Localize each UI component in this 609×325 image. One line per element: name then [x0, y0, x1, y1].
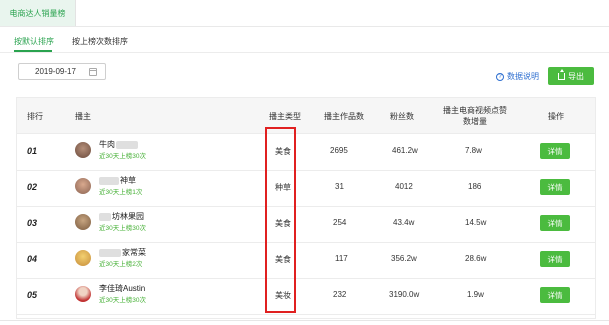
table-row: 01 牛肉 近30天上榜30次 美食 2695 461.2w 7.8w 详情 — [17, 135, 595, 171]
fans-count: 461.2w — [392, 146, 418, 155]
export-label: 导出 — [568, 71, 584, 81]
ranking-count: 近30天上榜1次 — [99, 189, 143, 196]
avatar — [75, 142, 91, 158]
table-row: 05 李佳琦Austin 近30天上榜30次 美妆 232 3190.0w 1.… — [17, 279, 595, 315]
fans-count: 43.4w — [393, 218, 415, 227]
col-fans: 粉丝数 — [390, 111, 414, 121]
date-value: 2019-09-17 — [35, 67, 76, 76]
likes-increase: 1.9w — [467, 290, 484, 299]
likes-increase: 186 — [468, 182, 482, 191]
subtab-divider — [0, 52, 609, 53]
works-count: 31 — [335, 182, 344, 191]
anchor-name[interactable]: 神草 — [99, 175, 136, 186]
data-help-label: 数据说明 — [507, 72, 539, 81]
detail-button[interactable]: 详情 — [540, 287, 570, 303]
ranking-table: 排行 播主 播主类型 播主作品数 粉丝数 播主电商视频点赞数增量 操作 01 牛… — [16, 97, 596, 319]
works-count: 2695 — [330, 146, 348, 155]
bottom-divider — [0, 320, 609, 321]
anchor-name[interactable]: 坊林果园 — [99, 211, 144, 222]
table-header: 排行 播主 播主类型 播主作品数 粉丝数 播主电商视频点赞数增量 操作 — [17, 98, 595, 134]
avatar — [75, 178, 91, 194]
ranking-count: 近30天上榜30次 — [99, 153, 146, 160]
likes-increase: 28.6w — [465, 254, 487, 263]
anchor-name[interactable]: 家常菜 — [99, 247, 146, 258]
tab-ecommerce-ranking[interactable]: 电商达人销量榜 — [0, 0, 76, 26]
fans-count: 4012 — [395, 182, 413, 191]
rank: 03 — [27, 218, 38, 228]
export-button[interactable]: 导出 — [548, 67, 594, 85]
rank: 02 — [27, 182, 38, 192]
avatar — [75, 214, 91, 230]
table-row: 02 神草 近30天上榜1次 种草 31 4012 186 详情 — [17, 171, 595, 207]
anchor-name[interactable]: 牛肉 — [99, 139, 138, 150]
calendar-icon — [89, 68, 97, 76]
ranking-count: 近30天上榜30次 — [99, 297, 146, 304]
question-icon: ? — [496, 72, 504, 81]
col-rank: 排行 — [27, 111, 43, 121]
avatar — [75, 250, 91, 266]
fans-count: 356.2w — [391, 254, 417, 263]
col-anchor: 播主 — [75, 111, 91, 121]
rank: 05 — [27, 290, 38, 300]
works-count: 254 — [333, 218, 347, 227]
detail-button[interactable]: 详情 — [540, 143, 570, 159]
table-row: 03 坊林果园 近30天上榜30次 美食 254 43.4w 14.5w 详情 — [17, 207, 595, 243]
works-count: 117 — [335, 254, 348, 263]
date-picker[interactable]: 2019-09-17 — [18, 63, 106, 80]
tab-ecommerce-ranking-label: 电商达人销量榜 — [9, 8, 66, 18]
works-count: 232 — [333, 290, 347, 299]
detail-button[interactable]: 详情 — [540, 251, 570, 267]
type-column-highlight — [265, 127, 296, 313]
rank: 04 — [27, 254, 38, 264]
fans-count: 3190.0w — [389, 290, 420, 299]
upload-icon — [558, 68, 565, 80]
tab-sort-by-count[interactable]: 按上榜次数排序 — [72, 36, 128, 47]
detail-button[interactable]: 详情 — [540, 215, 570, 231]
avatar — [75, 286, 91, 302]
tab-default-sort[interactable]: 按默认排序 — [14, 36, 54, 47]
col-action: 操作 — [548, 111, 564, 121]
col-likes-increase: 播主电商视频点赞数增量 — [443, 106, 507, 126]
ranking-count: 近30天上榜2次 — [99, 261, 143, 268]
likes-increase: 7.8w — [465, 146, 482, 155]
data-help-link[interactable]: ? 数据说明 — [496, 71, 539, 82]
likes-increase: 14.5w — [465, 218, 487, 227]
detail-button[interactable]: 详情 — [540, 179, 570, 195]
ranking-count: 近30天上榜30次 — [99, 225, 146, 232]
header-divider — [0, 26, 609, 27]
col-works: 播主作品数 — [324, 111, 364, 121]
table-row: 04 家常菜 近30天上榜2次 美食 117 356.2w 28.6w 详情 — [17, 243, 595, 279]
rank: 01 — [27, 146, 38, 156]
anchor-name[interactable]: 李佳琦Austin — [99, 283, 145, 294]
